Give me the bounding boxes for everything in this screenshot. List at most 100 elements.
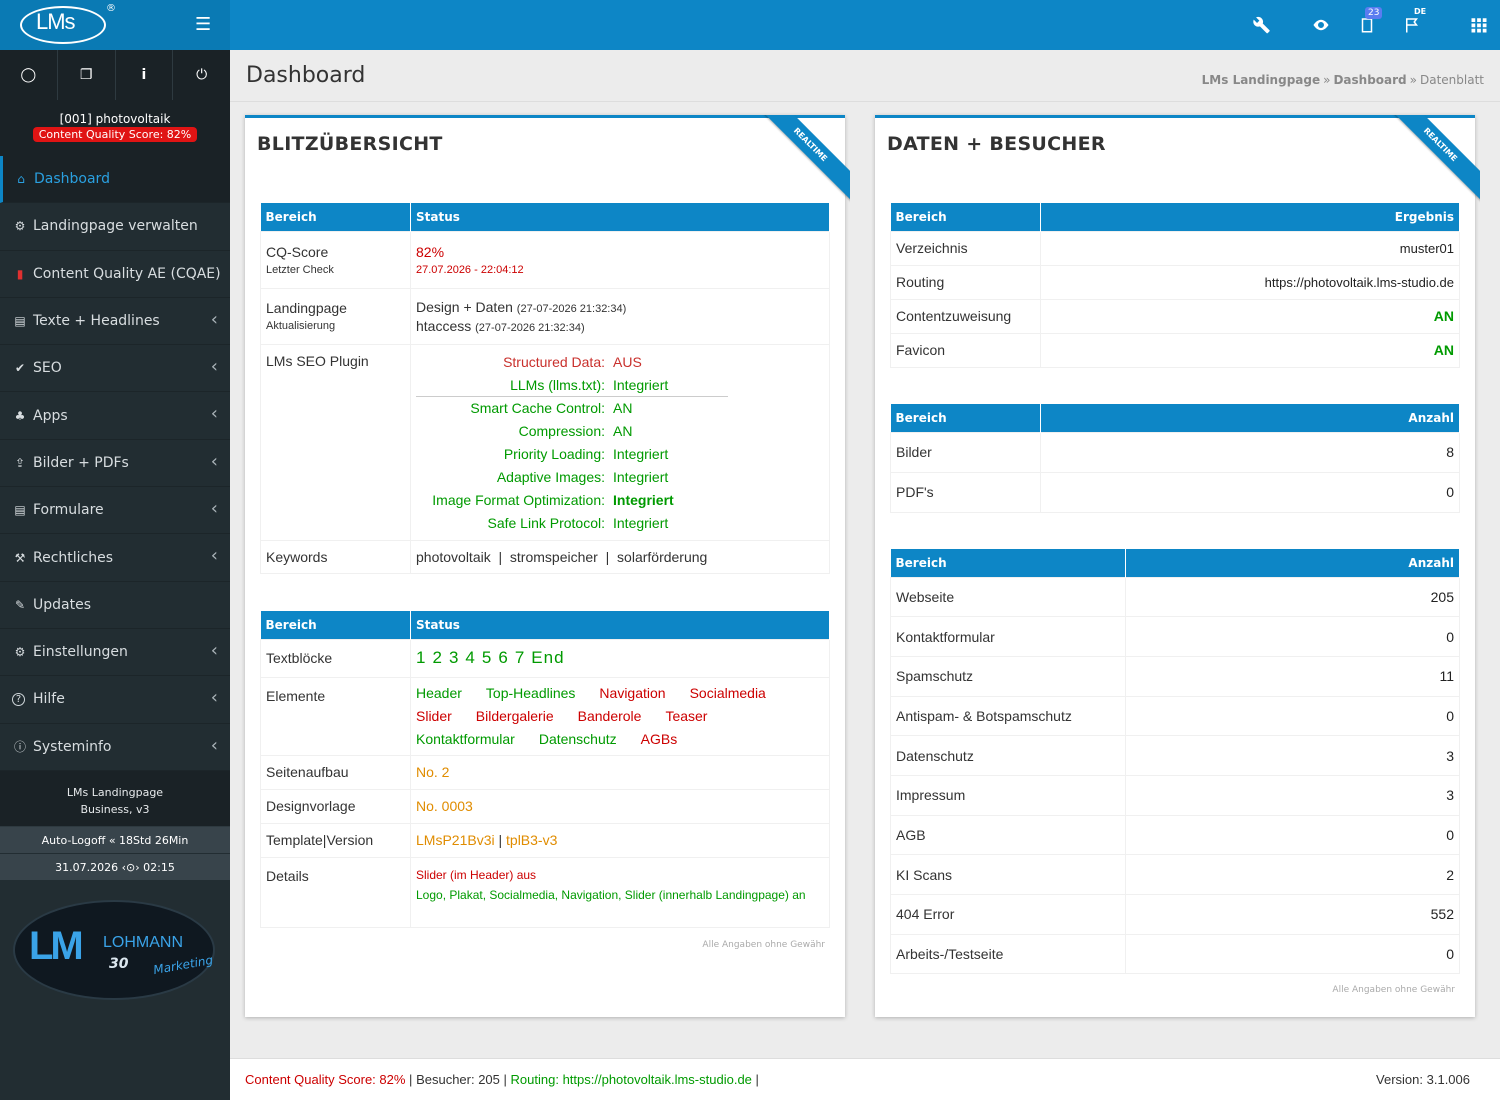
table-row: Designvorlage No. 0003	[260, 788, 830, 824]
sidebar-item[interactable]: ⌂ Dashboard	[0, 156, 230, 204]
sidebar-item[interactable]: ? Hilfe ‹	[0, 676, 230, 724]
plugin-row: LLMs (llms.txt): Integriert	[416, 374, 728, 397]
chevron-left-icon: ‹	[210, 498, 218, 520]
wrench-icon[interactable]	[1250, 12, 1274, 38]
row-value: 552	[1125, 894, 1460, 935]
row-label: Antispam- & Botspamschutz	[890, 695, 1126, 737]
eye-icon[interactable]	[1309, 12, 1333, 38]
sidebar-item[interactable]: ⇪ Bilder + PDFs ‹	[0, 440, 230, 488]
project-panel: [001] photovoltaik Content Quality Score…	[0, 100, 230, 156]
datetime-display: 31.07.2026 ‹⊙› 02:15	[0, 853, 230, 881]
table-row: Favicon AN	[890, 332, 1460, 368]
sidebar-item-label: Hilfe	[33, 691, 65, 708]
data-table: Bereich Ergebnis Verzeichnis muster01 Routi…	[890, 203, 1460, 368]
footer-version: Version: 3.1.006	[1376, 1072, 1470, 1087]
element-status: Banderole	[577, 707, 642, 724]
box-title: BLITZÜBERSICHT	[257, 133, 443, 155]
textblock-link[interactable]: 2	[432, 648, 442, 667]
plugin-value: AN	[613, 399, 633, 416]
sidebar-item[interactable]: ✔ SEO ‹	[0, 345, 230, 393]
breadcrumb-home[interactable]: LMs Landingpage	[1202, 73, 1320, 87]
row-value: 3	[1125, 774, 1460, 816]
grid-icon[interactable]	[1467, 12, 1491, 38]
registered-mark: ®	[106, 3, 116, 14]
seo-plugin-list: Structured Data: AUS LLMs (llms.txt): Integ…	[416, 351, 824, 535]
sidebar-item[interactable]: ♣ Apps ‹	[0, 392, 230, 440]
details-disabled: Slider (im Header) aus	[416, 867, 537, 882]
sidebar-item[interactable]: ▮ Content Quality AE (CQAE)	[0, 251, 230, 298]
sidebar-item[interactable]: ⓘ Systeminfo ‹	[0, 724, 230, 771]
row-value: muster01	[1040, 230, 1460, 266]
power-icon[interactable]: ⏻	[173, 50, 230, 100]
clipboard-icon[interactable]: 23	[1355, 7, 1383, 38]
element-status: Header	[416, 684, 462, 701]
footer-routing[interactable]: Routing: https://photovoltaik.lms-studio…	[511, 1072, 752, 1087]
textblock-link[interactable]: 5	[482, 648, 492, 667]
plugin-row: Safe Link Protocol: Integriert	[416, 512, 824, 535]
plugin-key: Smart Cache Control:	[470, 399, 605, 416]
row-label: CQ-Score	[266, 243, 329, 260]
table-row: Textblöcke 1 2 3 4 5 6 7 End	[260, 638, 830, 678]
element-status: AGBs	[640, 730, 678, 747]
menu-toggle-icon[interactable]: ☰	[195, 13, 211, 37]
language-label: DE	[1414, 7, 1427, 16]
sidebar-item[interactable]: ⚙ Einstellungen ‹	[0, 629, 230, 677]
sidebar-item[interactable]: ▤ Texte + Headlines ‹	[0, 298, 230, 346]
plugin-row: Priority Loading: Integriert	[416, 443, 824, 466]
logo-text: LMs	[36, 9, 76, 34]
chevron-left-icon: ‹	[210, 308, 218, 330]
textblock-link[interactable]: 4	[465, 648, 475, 667]
textblock-link[interactable]: End	[531, 648, 564, 667]
refresh-icon[interactable]: ◯	[0, 50, 58, 100]
row-value: 3	[1125, 735, 1460, 776]
brand-name: LOHMANN	[103, 934, 184, 951]
table-row: CQ-Score Letzter Check 82% 27.07.2026 - 22…	[260, 230, 830, 289]
sidebar-item[interactable]: ✎ Updates	[0, 582, 230, 629]
element-status: Slider	[416, 707, 452, 724]
sidebar-item[interactable]: ▤ Formulare ‹	[0, 487, 230, 535]
media-count-table: Bereich Anzahl Bilder 8 PDF's 0	[890, 404, 1460, 513]
sidebar-item[interactable]: ⚙ Landingpage verwalten	[0, 203, 230, 251]
info-icon[interactable]: i	[116, 50, 174, 100]
sidebar-item[interactable]: ⚒ Rechtliches ‹	[0, 534, 230, 582]
breadcrumb-dashboard[interactable]: Dashboard	[1333, 73, 1406, 87]
row-sublabel: Aktualisierung	[266, 320, 336, 332]
table-row: Verzeichnis muster01	[890, 230, 1460, 266]
sidebar-item-label: Apps	[33, 407, 68, 424]
row-label: Seitenaufbau	[260, 754, 411, 790]
element-status: Datenschutz	[538, 730, 617, 747]
table-row: AGB 0	[890, 814, 1460, 856]
disclaimer-note: Alle Angaben ohne Gewähr	[1332, 985, 1455, 995]
project-name: [001] photovoltaik	[59, 112, 171, 126]
plugin-key: Safe Link Protocol:	[487, 514, 605, 531]
table-row: Bilder 8	[890, 431, 1460, 473]
template-name: LMsP21Bv3i	[416, 832, 495, 848]
row-label: Designvorlage	[260, 788, 411, 824]
row-label: AGB	[890, 814, 1126, 856]
row-label: PDF's	[890, 471, 1041, 513]
textblock-link[interactable]: 7	[515, 648, 525, 667]
sidebar-item-label: Formulare	[33, 502, 104, 519]
flag-icon[interactable]: DE	[1400, 7, 1426, 38]
textblock-link[interactable]: 6	[498, 648, 508, 667]
plugin-row: Adaptive Images: Integriert	[416, 466, 824, 489]
row-sublabel: Letzter Check	[266, 263, 334, 276]
plugin-row: Image Format Optimization: Integriert	[416, 489, 824, 512]
sidebar-item-label: Landingpage verwalten	[33, 218, 198, 235]
update-design-date: (27-07-2026 21:32:34)	[516, 302, 627, 315]
copy-icon[interactable]: ❐	[58, 50, 116, 100]
plugin-key: Adaptive Images:	[496, 468, 605, 485]
row-label: Routing	[890, 264, 1041, 300]
breadcrumb-current: Datenblatt	[1419, 73, 1484, 87]
table-row: Spamschutz 11	[890, 655, 1460, 697]
template-separator: |	[498, 832, 503, 848]
textblock-link[interactable]: 1	[416, 648, 426, 667]
table-row: 404 Error 552	[890, 894, 1460, 935]
column-header: Ergebnis	[1040, 203, 1460, 231]
textblock-link[interactable]: 3	[449, 648, 459, 667]
sidebar-nav: ⌂ Dashboard ⚙ Landingpage verwalten ▮ Content…	[0, 156, 230, 771]
column-header: Bereich	[890, 203, 1041, 231]
chevron-left-icon: ‹	[210, 687, 218, 709]
logo[interactable]: LMs ® ☰	[0, 0, 230, 50]
gavel-icon: ⚒	[14, 550, 26, 565]
